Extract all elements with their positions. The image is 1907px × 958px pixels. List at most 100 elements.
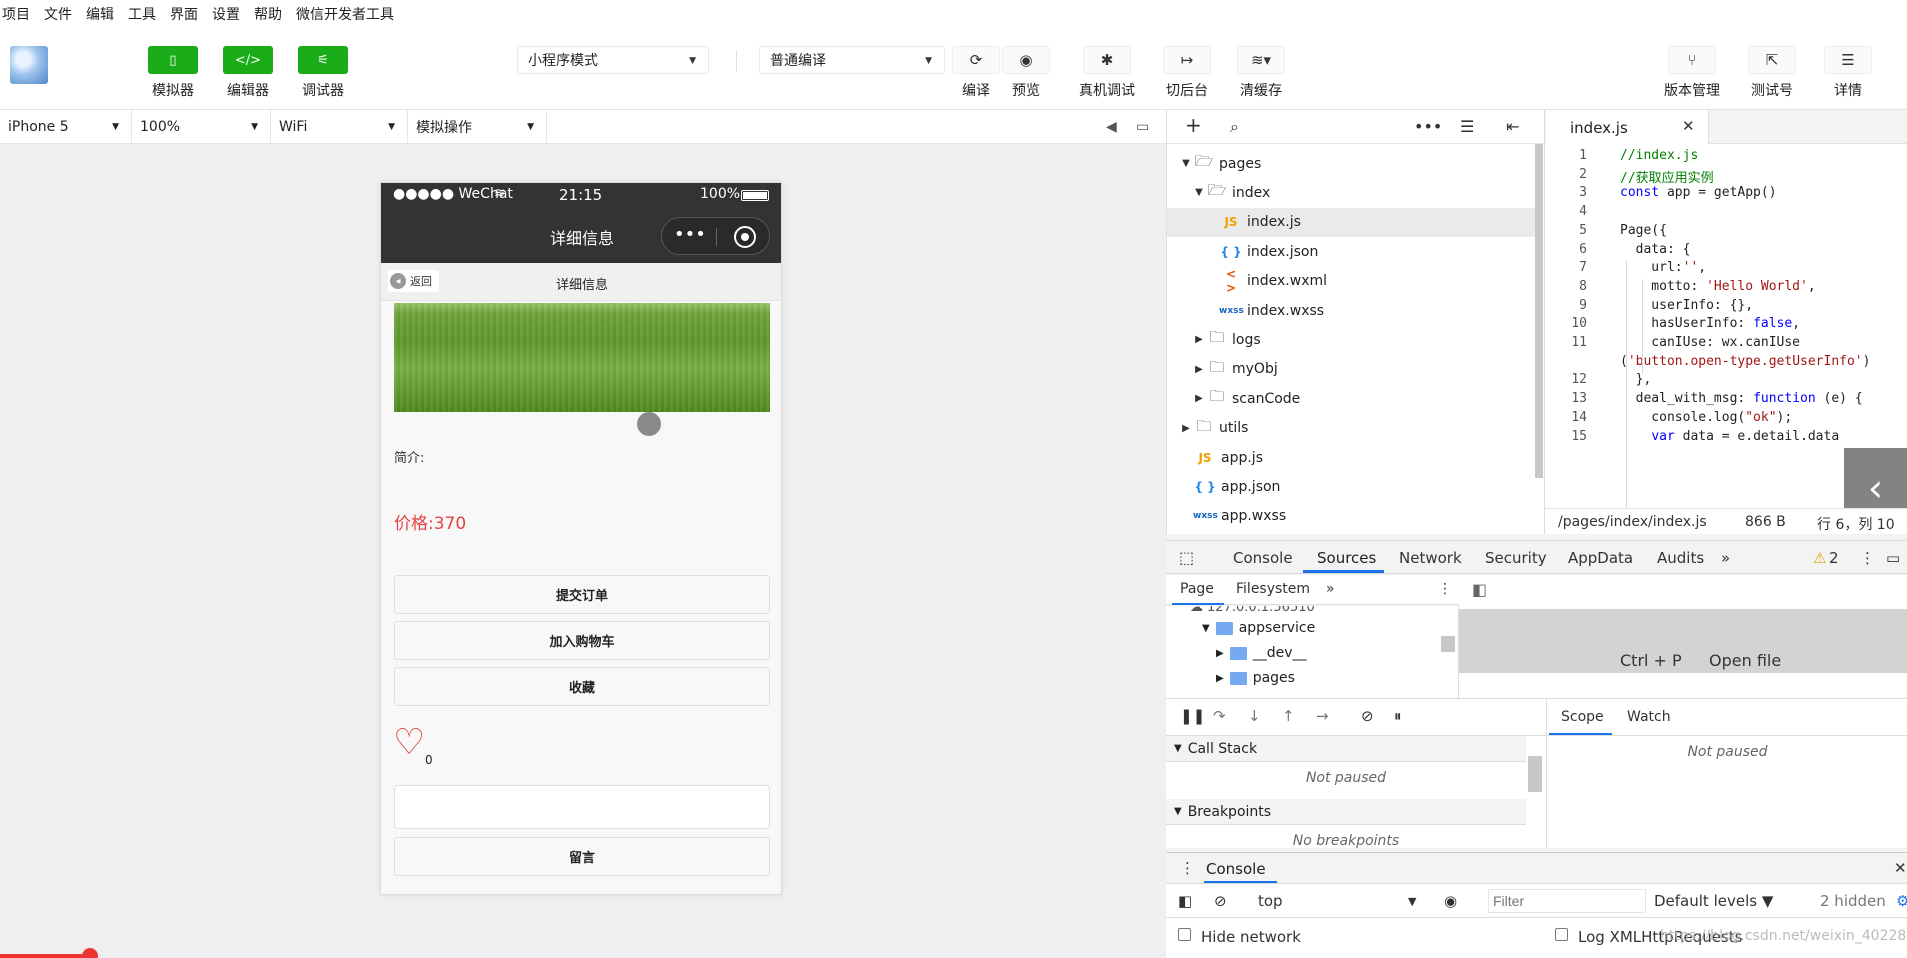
file-tree-item[interactable]: ▶ 🗀 scanCode	[1167, 384, 1537, 413]
eye-icon[interactable]: ◉	[1444, 892, 1457, 910]
file-tree-item[interactable]: ▶ 🗀 myObj	[1167, 355, 1537, 384]
debugger-button[interactable]: ⚟ 调试器	[298, 46, 348, 100]
warning-count[interactable]: 2	[1829, 549, 1839, 567]
gear-icon[interactable]: ⚙	[1896, 892, 1907, 910]
file-tree-item[interactable]: ▼ 🗁 pages	[1167, 149, 1537, 178]
test-account-button[interactable]: ⇱ 测试号	[1748, 46, 1796, 100]
file-tree-scrollbar[interactable]	[1535, 144, 1543, 478]
hide-network-checkbox[interactable]	[1178, 928, 1191, 941]
console-filter-input[interactable]	[1488, 889, 1646, 913]
file-tree-item[interactable]: JS app.js	[1167, 443, 1537, 472]
inspect-icon[interactable]: ⬚	[1179, 548, 1194, 567]
tab-console[interactable]: Console	[1233, 549, 1293, 567]
list-item[interactable]: ☁ 127.0.0.1:56510	[1190, 606, 1315, 615]
search-icon[interactable]: ⌕	[1230, 117, 1239, 137]
kebab-icon[interactable]: ⋮	[1860, 549, 1875, 567]
more-tabs-icon[interactable]: »	[1721, 549, 1730, 567]
context-select[interactable]: top	[1258, 892, 1283, 910]
step-out-icon[interactable]: ↑	[1282, 707, 1295, 725]
file-tree-item[interactable]: { } app.json	[1167, 472, 1537, 501]
tab-watch[interactable]: Watch	[1627, 709, 1671, 725]
compile-button[interactable]: ⟳ 编译	[952, 46, 1000, 100]
favorite-button[interactable]: 收藏	[394, 667, 770, 706]
close-icon[interactable]: ✕	[1894, 859, 1907, 877]
tab-index-js[interactable]: index.js ✕	[1546, 110, 1709, 144]
close-target-icon[interactable]	[734, 226, 756, 248]
thumbs-up-icon[interactable]: ♡	[393, 721, 429, 765]
menu-wechat-devtools[interactable]: 微信开发者工具	[296, 4, 394, 24]
tab-sources[interactable]: Sources	[1317, 549, 1376, 567]
kebab-icon[interactable]: ⋮	[1180, 859, 1195, 877]
sidebar-icon[interactable]: ◧	[1178, 892, 1192, 910]
speaker-icon[interactable]: ◀	[1106, 119, 1117, 135]
add-to-cart-button[interactable]: 加入购物车	[394, 621, 770, 660]
sources-scrollbar[interactable]	[1441, 636, 1455, 652]
capsule-menu[interactable]: •••	[661, 217, 770, 255]
subtab-page[interactable]: Page	[1180, 581, 1214, 597]
hide-panel-icon[interactable]: ⇤	[1506, 117, 1519, 136]
zoom-select[interactable]: 100% ▼	[132, 110, 271, 144]
tab-audits[interactable]: Audits	[1657, 549, 1704, 567]
file-tree-item[interactable]: wxss app.wxss	[1167, 502, 1537, 531]
pause-icon[interactable]: ❚❚	[1180, 707, 1205, 725]
editor-button[interactable]: </> 编辑器	[223, 46, 273, 100]
pause-on-exceptions-icon[interactable]: ⏸	[1394, 707, 1402, 725]
step-into-icon[interactable]: ↓	[1248, 707, 1261, 725]
clear-cache-button[interactable]: ≋▾ 清缓存	[1237, 46, 1285, 100]
menu-file[interactable]: 文件	[44, 4, 72, 24]
menu-edit[interactable]: 编辑	[86, 4, 114, 24]
menu-help[interactable]: 帮助	[254, 4, 282, 24]
tab-security[interactable]: Security	[1485, 549, 1547, 567]
panels-scrollbar[interactable]	[1528, 756, 1542, 792]
levels-select[interactable]: Default levels ▼	[1654, 892, 1773, 910]
user-avatar[interactable]	[10, 46, 48, 84]
more-icon[interactable]: •••	[1414, 117, 1442, 136]
dock-icon[interactable]: ▭	[1886, 549, 1900, 567]
breakpoints-header[interactable]: ▼ Breakpoints	[1166, 799, 1526, 825]
tab-appdata[interactable]: AppData	[1568, 549, 1633, 567]
step-icon[interactable]: →	[1316, 707, 1329, 725]
leave-message-button[interactable]: 留言	[394, 837, 770, 876]
real-device-debug-button[interactable]: ✱ 真机调试	[1079, 46, 1135, 100]
list-item[interactable]: ▶ __dev__	[1216, 645, 1307, 661]
popout-icon[interactable]: ▭	[1136, 119, 1149, 135]
subtab-filesystem[interactable]: Filesystem	[1236, 581, 1310, 597]
file-tree-item[interactable]: ▼ 🗁 index	[1167, 178, 1537, 207]
step-over-icon[interactable]: ↷	[1213, 707, 1226, 725]
file-tree-item[interactable]: ▶ 🗀 logs	[1167, 325, 1537, 354]
more-dots-icon[interactable]: •••	[674, 224, 706, 245]
device-select[interactable]: iPhone 5 ▼	[0, 110, 132, 144]
list-item[interactable]: ▼ appservice	[1202, 620, 1315, 636]
file-tree-item[interactable]: { } index.json	[1167, 237, 1537, 266]
preview-button[interactable]: ◉ 预览	[1002, 46, 1050, 100]
message-input[interactable]	[394, 785, 770, 829]
tab-network[interactable]: Network	[1399, 549, 1462, 567]
mode-select[interactable]: 小程序模式 ▼	[517, 46, 709, 74]
details-button[interactable]: ☰ 详情	[1824, 46, 1872, 100]
call-stack-header[interactable]: ▼ Call Stack	[1166, 736, 1526, 762]
simulator-button[interactable]: ▯ 模拟器	[148, 46, 198, 100]
menu-settings[interactable]: 设置	[212, 4, 240, 24]
simulate-operation-select[interactable]: 模拟操作 ▼	[408, 110, 547, 144]
file-tree-item[interactable]: < > index.wxml	[1167, 267, 1537, 296]
network-select[interactable]: WiFi ▼	[271, 110, 408, 144]
compile-mode-select[interactable]: 普通编译 ▼	[759, 46, 945, 74]
deactivate-breakpoints-icon[interactable]: ⊘	[1361, 707, 1374, 725]
version-control-button[interactable]: ⑂ 版本管理	[1664, 46, 1720, 100]
list-item[interactable]: ▶ pages	[1216, 670, 1295, 686]
tab-scope[interactable]: Scope	[1561, 709, 1604, 725]
sidebar-toggle-icon[interactable]: ◧	[1472, 580, 1487, 599]
file-tree-item[interactable]: wxss index.wxss	[1167, 296, 1537, 325]
collapse-all-icon[interactable]: ☰	[1460, 117, 1474, 136]
close-icon[interactable]: ✕	[1682, 117, 1695, 135]
submit-order-button[interactable]: 提交订单	[394, 575, 770, 614]
kebab-icon[interactable]: ⋮	[1438, 581, 1452, 597]
background-button[interactable]: ↦ 切后台	[1163, 46, 1211, 100]
clear-console-icon[interactable]: ⊘	[1214, 892, 1227, 910]
menu-project[interactable]: 项目	[2, 4, 30, 24]
menu-tools[interactable]: 工具	[128, 4, 156, 24]
menu-view[interactable]: 界面	[170, 4, 198, 24]
log-xhr-checkbox[interactable]	[1555, 928, 1568, 941]
file-tree-item[interactable]: ▶ 🗀 utils	[1167, 414, 1537, 443]
add-icon[interactable]: +	[1185, 113, 1202, 137]
